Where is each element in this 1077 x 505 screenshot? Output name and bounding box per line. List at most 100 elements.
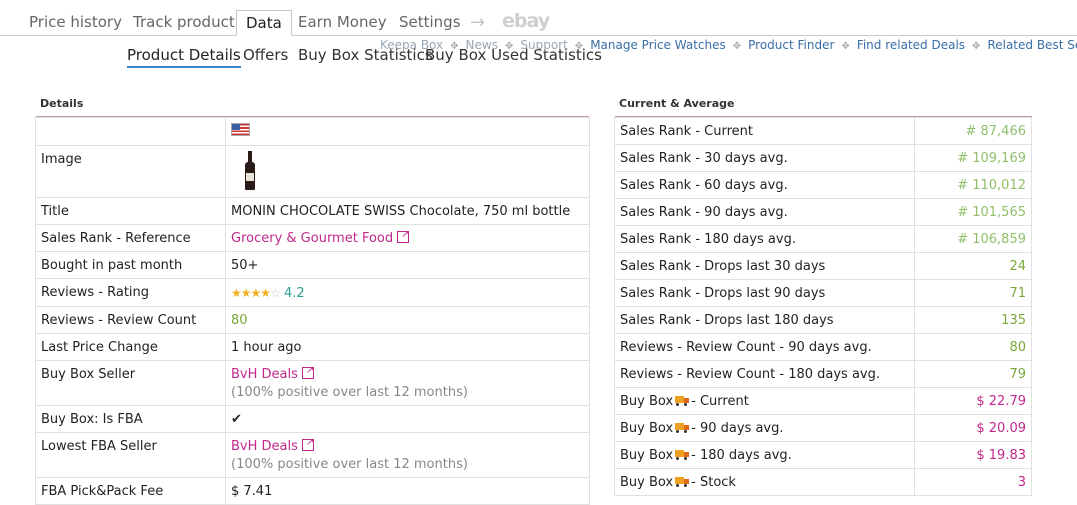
- row-value: 71: [914, 279, 1032, 307]
- row-label: Buy Box: [620, 421, 674, 436]
- row-label-suffix: - 90 days avg.: [691, 421, 784, 436]
- tab-track-product[interactable]: Track product: [133, 10, 235, 35]
- external-link-icon[interactable]: [301, 362, 314, 380]
- tab-settings[interactable]: Settings: [399, 10, 461, 35]
- fee-value: $ 7.41: [225, 477, 590, 505]
- table-row: Lowest FBA Seller BvH Deals (100% positiv…: [35, 432, 590, 478]
- table-row: Buy Box - 90 days avg. $ 20.09: [614, 414, 1032, 442]
- row-value: $ 22.79: [914, 387, 1032, 415]
- table-row: Sales Rank - Drops last 180 days 135: [614, 306, 1032, 334]
- row-value: $ 20.09: [914, 414, 1032, 442]
- table-row: FBA Pick&Pack Fee $ 7.41: [35, 477, 590, 505]
- star-rating-icon: ★★★★☆: [231, 286, 281, 300]
- truck-icon: [675, 423, 690, 433]
- bb-seller-link[interactable]: BvH Deals: [231, 367, 298, 382]
- fee-label: FBA Pick&Pack Fee: [35, 477, 226, 505]
- subtab-offers[interactable]: Offers: [243, 44, 288, 66]
- table-row: Bought in past month 50+: [35, 251, 590, 279]
- row-value: 3: [914, 468, 1032, 496]
- lowest-fba-link[interactable]: BvH Deals: [231, 439, 298, 454]
- table-row: Sales Rank - Drops last 90 days 71: [614, 279, 1032, 307]
- row-label: Sales Rank - 180 days avg.: [614, 225, 915, 253]
- current-average-table: Sales Rank - Current # 87,466 Sales Rank …: [614, 117, 1032, 496]
- row-label: Buy Box: [620, 394, 674, 409]
- title-value: MONIN CHOCOLATE SWISS Chocolate, 750 ml …: [225, 197, 590, 225]
- separator-icon: ✥: [732, 41, 742, 52]
- row-value: $ 19.83: [914, 441, 1032, 469]
- link-bar: Keepa Box ✥ News ✥ Support ✥ Manage Price Watc…: [380, 38, 1077, 52]
- tab-price-history[interactable]: Price history: [29, 10, 122, 35]
- table-row: Sales Rank - 90 days avg. # 101,565: [614, 198, 1032, 226]
- tab-earn-money[interactable]: Earn Money: [298, 10, 387, 35]
- bb-fba-label: Buy Box: Is FBA: [35, 405, 226, 433]
- review-count-value: 80: [225, 306, 590, 334]
- table-row: Buy Box - Stock 3: [614, 468, 1032, 496]
- truck-icon: [675, 450, 690, 460]
- row-label: Sales Rank - Drops last 180 days: [614, 306, 915, 334]
- external-link-icon[interactable]: [301, 434, 314, 452]
- us-flag-icon: [231, 123, 250, 136]
- row-value: # 106,859: [914, 225, 1032, 253]
- separator-icon: ✥: [841, 41, 850, 52]
- link-manage-price-watches[interactable]: Manage Price Watches: [590, 38, 726, 52]
- row-label: Sales Rank - 60 days avg.: [614, 171, 915, 199]
- table-row: Reviews - Review Count 80: [35, 306, 590, 334]
- table-row: Sales Rank - 180 days avg. # 106,859: [614, 225, 1032, 253]
- table-row: Sales Rank - 60 days avg. # 110,012: [614, 171, 1032, 199]
- review-count-label: Reviews - Review Count: [35, 306, 226, 334]
- link-find-related-deals[interactable]: Find related Deals: [857, 38, 965, 52]
- rating-label: Reviews - Rating: [35, 278, 226, 307]
- row-label: Sales Rank - Drops last 90 days: [614, 279, 915, 307]
- row-label: Sales Rank - Drops last 30 days: [614, 252, 915, 280]
- table-row: Sales Rank - 30 days avg. # 109,169: [614, 144, 1032, 172]
- table-row: Reviews - Rating ★★★★☆ 4.2: [35, 278, 590, 307]
- bought-value: 50+: [225, 251, 590, 279]
- link-related-best-sellers[interactable]: Related Best Sellers: [987, 38, 1077, 52]
- separator-icon: ✥: [574, 41, 584, 52]
- row-label: Sales Rank - Current: [614, 117, 915, 145]
- last-change-label: Last Price Change: [35, 333, 226, 361]
- rank-ref-label: Sales Rank - Reference: [35, 224, 226, 252]
- table-row: Last Price Change 1 hour ago: [35, 333, 590, 361]
- separator-icon: ✥: [504, 41, 514, 52]
- row-value: 79: [914, 360, 1032, 388]
- row-label: Sales Rank - 90 days avg.: [614, 198, 915, 226]
- row-value: # 87,466: [914, 117, 1032, 145]
- row-value: 135: [914, 306, 1032, 334]
- image-label: Image: [35, 145, 226, 198]
- table-row: Image: [35, 145, 590, 198]
- product-image[interactable]: [244, 151, 256, 191]
- table-row: Sales Rank - Drops last 30 days 24: [614, 252, 1032, 280]
- details-heading: Details: [40, 97, 84, 110]
- table-row: Buy Box: Is FBA ✔: [35, 405, 590, 433]
- row-label-suffix: - Current: [691, 394, 749, 409]
- arrow-right-icon: →: [470, 12, 486, 33]
- link-support[interactable]: Support: [520, 38, 567, 52]
- table-row: Reviews - Review Count - 180 days avg. 79: [614, 360, 1032, 388]
- row-label: Sales Rank - 30 days avg.: [614, 144, 915, 172]
- link-news[interactable]: News: [466, 38, 498, 52]
- subtab-product-details[interactable]: Product Details: [127, 44, 241, 68]
- table-row: Title MONIN CHOCOLATE SWISS Chocolate, 7…: [35, 197, 590, 225]
- row-value: # 109,169: [914, 144, 1032, 172]
- ebay-logo[interactable]: ebay: [502, 9, 550, 34]
- row-value: 24: [914, 252, 1032, 280]
- table-row: Sales Rank - Reference Grocery & Gourmet…: [35, 224, 590, 252]
- table-row: Sales Rank - Current # 87,466: [614, 117, 1032, 145]
- row-label: Reviews - Review Count - 180 days avg.: [614, 360, 915, 388]
- rank-ref-link[interactable]: Grocery & Gourmet Food: [231, 231, 393, 246]
- link-keepa-box[interactable]: Keepa Box: [380, 38, 443, 52]
- row-value: 80: [914, 333, 1032, 361]
- table-row: Buy Box - Current $ 22.79: [614, 387, 1032, 415]
- row-label-suffix: - 180 days avg.: [691, 448, 792, 463]
- link-product-finder[interactable]: Product Finder: [748, 38, 834, 52]
- row-label-suffix: - Stock: [691, 475, 736, 490]
- row-label: Buy Box: [620, 448, 674, 463]
- external-link-icon[interactable]: [397, 226, 410, 244]
- row-label: Reviews - Review Count - 90 days avg.: [614, 333, 915, 361]
- rating-value: 4.2: [283, 286, 305, 301]
- separator-icon: ✥: [450, 41, 459, 52]
- table-row: Buy Box - 180 days avg. $ 19.83: [614, 441, 1032, 469]
- tab-data[interactable]: Data: [236, 10, 292, 36]
- checkmark-icon: ✔: [225, 405, 590, 433]
